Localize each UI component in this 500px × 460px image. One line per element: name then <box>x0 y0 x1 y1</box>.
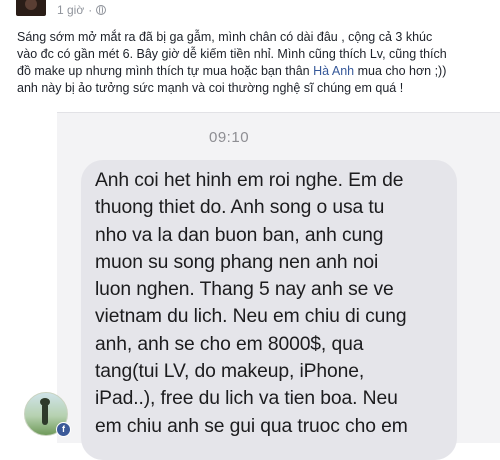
sms-message-line: iPad..), free du lich va tien boa. Neu <box>95 388 398 410</box>
poster-avatar[interactable] <box>16 0 46 16</box>
globe-icon[interactable] <box>96 5 107 15</box>
sms-screenshot-image[interactable]: 09:10 Anh coi het hinh em roi nghe. Em d… <box>57 112 500 460</box>
sms-message-line: luon nghen. Thang 5 nay anh se ve <box>95 279 394 301</box>
sms-message-line: muon su song phang nen anh noi <box>95 251 379 273</box>
post-timestamp[interactable]: 1 giờ <box>57 3 84 17</box>
sms-message-line: vietnam du lich. Neu em chiu di cung <box>95 306 407 328</box>
post-text-line: Sáng sớm mở mắt ra đã bị ga gẫm, mình ch… <box>17 30 433 44</box>
post-text: Sáng sớm mở mắt ra đã bị ga gẫm, mình ch… <box>17 29 497 97</box>
sms-message-bubble: Anh coi het hinh em roi nghe. Em de thuo… <box>81 160 457 460</box>
tagged-friend-link[interactable]: Hà Anh <box>313 64 354 78</box>
post-text-line: vào đc có gần mét 6. Bây giờ dễ kiếm tiề… <box>17 47 447 61</box>
facebook-icon: f <box>56 422 71 437</box>
post-text-segment: mua cho hơn ;)) <box>354 64 447 78</box>
sms-message-line: tang(tui LV, do makeup, iPhone, <box>95 361 365 383</box>
post-meta: 1 giờ · <box>57 3 107 17</box>
sms-message-line: thuong thiet do. Anh song o usa tu <box>95 197 385 219</box>
dot-separator: · <box>88 3 93 17</box>
post-text-line: anh này bị ảo tưởng sức mạnh và coi thườ… <box>17 81 404 95</box>
sms-message-line: nho va la dan buon ban, anh cung <box>95 224 384 246</box>
sms-time: 09:10 <box>209 129 250 146</box>
post-text-segment: đồ make up nhưng mình thích tự mua hoặc … <box>17 64 314 78</box>
post-text-line: đồ make up nhưng mình thích tự mua hoặc … <box>17 63 497 80</box>
sms-message-line: anh, anh se cho em 8000$, qua <box>95 333 364 355</box>
sms-message-line: Anh coi het hinh em roi nghe. Em de <box>95 170 404 191</box>
sms-message-line: em chiu anh se gui qua truoc cho em <box>95 415 408 437</box>
